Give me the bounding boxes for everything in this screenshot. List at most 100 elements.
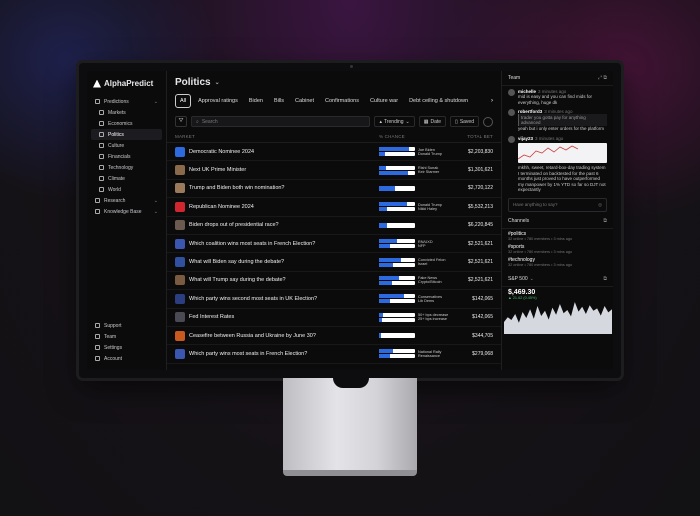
chance-bar-fill [379, 222, 387, 228]
sidebar-item-research[interactable]: Research ⌄ [91, 195, 162, 206]
channel-item[interactable]: #technology 32 online • 780 members • 3 m… [508, 257, 607, 267]
market-name[interactable]: Trump and Biden both win nomination? [189, 185, 379, 191]
chevron-down-icon[interactable]: ⌄ [530, 276, 534, 282]
table-row[interactable]: What will Biden say during the debate? Co… [167, 253, 501, 272]
team-header: Team ⤢ ⧉ [502, 71, 613, 86]
account-icon [95, 356, 100, 361]
search-input[interactable]: ⌕ Search [191, 116, 371, 127]
sidebar-item-support[interactable]: Support [91, 320, 162, 331]
sidebar-item-world[interactable]: World [91, 184, 162, 195]
col-market[interactable]: MARKET [175, 134, 379, 139]
saved-button[interactable]: ▯ Saved [450, 116, 479, 127]
table-row[interactable]: Which party wins most seats in French El… [167, 345, 501, 364]
date-button[interactable]: ▦ Date [418, 116, 447, 127]
table-row[interactable]: What will Trump say during the debate? Fa… [167, 272, 501, 291]
channel-item[interactable]: #sports 32 online • 780 members • 3 mins … [508, 244, 607, 254]
shared-chart-image[interactable] [518, 142, 607, 163]
chance-bar-fill [379, 239, 397, 244]
filter-button[interactable]: ⛛ [175, 116, 187, 127]
message-user[interactable]: vijay23 [518, 136, 533, 141]
attach-icon[interactable]: ◎ [598, 202, 602, 208]
channel-meta: 32 online • 780 members • 3 mins ago [508, 263, 573, 267]
table-row[interactable]: Democratic Nominee 2024 Joe Biden Donald T… [167, 143, 501, 162]
table-row[interactable]: Republican Nominee 2024 Donald Trump Nikki… [167, 198, 501, 217]
chance-bars [379, 275, 415, 285]
message-user[interactable]: robertford3 [518, 109, 542, 114]
sidebar-item-account[interactable]: Account [91, 353, 162, 364]
sidebar-item-financials[interactable]: Financials [91, 151, 162, 162]
chance-bars [379, 349, 415, 359]
market-name[interactable]: Republican Nominee 2024 [189, 204, 379, 210]
market-name[interactable]: Fed Interest Rates [189, 314, 379, 320]
chance-bar-fill [379, 312, 383, 317]
avatar[interactable] [508, 135, 515, 143]
market-name[interactable]: What will Biden say during the debate? [189, 259, 379, 265]
sidebar-item-settings[interactable]: Settings [91, 342, 162, 353]
sidebar-item-economics[interactable]: Economics [91, 118, 162, 129]
message-text: mkhh, sweet, retard-box-day trading syst… [518, 164, 606, 193]
sidebar-item-team[interactable]: Team [91, 331, 162, 342]
table-row[interactable]: Trump and Biden both win nomination? $2,7… [167, 180, 501, 199]
chance-bar-fill [379, 262, 394, 267]
more-options-icon[interactable] [483, 116, 493, 127]
sidebar-item-politics[interactable]: Politics [91, 129, 162, 140]
market-name[interactable]: Democratic Nominee 2024 [189, 149, 379, 155]
market-name[interactable]: Which party wins most seats in French El… [189, 351, 379, 357]
tab-confirmations[interactable]: Confirmations [321, 95, 363, 107]
avatar[interactable] [508, 89, 515, 96]
camera [350, 65, 353, 68]
sidebar-item-climate[interactable]: Climate [91, 173, 162, 184]
chance-bar [379, 294, 415, 299]
app-logo[interactable]: AlphaPredict [93, 79, 160, 88]
sidebar-item-predictions[interactable]: Predictions ⌄ [91, 96, 162, 107]
tab-culture-war[interactable]: Culture war [366, 95, 402, 107]
chance-bar [379, 317, 415, 322]
chance-cell: RN/UXD NFP [379, 239, 467, 249]
tab-approval-ratings[interactable]: Approval ratings [194, 95, 242, 107]
tab-debt-ceiling-shutdown[interactable]: Debt ceiling & shutdown [405, 95, 472, 107]
chance-bar-fill [379, 244, 390, 249]
outcome-label: Nikki Haley [418, 206, 437, 211]
outcome-labels: Convicted Felon Israel [418, 258, 464, 266]
logo-icon [93, 79, 101, 88]
table-row[interactable]: Fed Interest Rates 50+ bps decrease 25+ bp… [167, 309, 501, 327]
sidebar-item-technology[interactable]: Technology [91, 162, 162, 173]
message-body: robertford3 3 minutes ago trader you gotta… [518, 109, 607, 132]
tab-all[interactable]: All [175, 94, 192, 108]
table-row[interactable]: Biden drops out of presidential race? $6,… [167, 217, 501, 235]
outcome-label: Renaissance [418, 353, 440, 358]
external-link-icon[interactable]: ⧉ [603, 218, 607, 224]
col-total-bet[interactable]: TOTAL BET [467, 134, 493, 139]
market-name[interactable]: Which party wins second most seats in UK… [189, 296, 379, 302]
chevron-down-icon[interactable]: ⌄ [215, 79, 220, 86]
sidebar-item-culture[interactable]: Culture [91, 140, 162, 151]
table-row[interactable]: Next UK Prime Minister Rishi Sunak Keir St… [167, 161, 501, 180]
message-header: vijay23 3 minutes ago [518, 136, 607, 141]
market-name[interactable]: Ceasefire between Russia and Ukraine by … [189, 333, 379, 339]
tab-biden[interactable]: Biden [245, 95, 267, 107]
external-link-icon[interactable]: ⧉ [603, 276, 607, 282]
table-row[interactable]: Which coalition wins most seats in Frenc… [167, 235, 501, 254]
avatar[interactable] [508, 109, 515, 117]
trending-button[interactable]: ▴ Trending ⌄ [374, 116, 415, 127]
sidebar-item-markets[interactable]: Markets [91, 107, 162, 118]
table-row[interactable]: Which party wins second most seats in UK… [167, 290, 501, 309]
channel-item[interactable]: #politics 32 online • 780 members • 3 min… [508, 231, 607, 241]
sidebar-item-knowledge-base[interactable]: Knowledge Base ⌄ [91, 206, 162, 217]
tab-cabinet[interactable]: Cabinet [291, 95, 318, 107]
sp500-chart [502, 300, 613, 370]
market-name[interactable]: Next UK Prime Minister [189, 167, 379, 173]
expand-icon[interactable]: ⤢ ⧉ [598, 75, 607, 81]
chat-input[interactable]: Have anything to say? ◎ [508, 198, 607, 212]
outcome-labels: Fake News Crypto/Bitcoin [418, 276, 464, 284]
market-name[interactable]: Biden drops out of presidential race? [189, 222, 379, 228]
calendar-icon: ▦ [423, 118, 429, 125]
market-name[interactable]: Which coalition wins most seats in Frenc… [189, 241, 379, 247]
chevron-right-icon[interactable]: › [491, 98, 493, 104]
market-name[interactable]: What will Trump say during the debate? [189, 277, 379, 283]
chat-message: vijay23 3 minutes ago mkhh, sweet, retard-… [508, 135, 607, 193]
col-chance[interactable]: % CHANCE [379, 134, 467, 139]
chance-cell: 50+ bps decrease 25+ bps increase [379, 312, 467, 322]
table-row[interactable]: Ceasefire between Russia and Ukraine by … [167, 327, 501, 346]
tab-bills[interactable]: Bills [270, 95, 288, 107]
